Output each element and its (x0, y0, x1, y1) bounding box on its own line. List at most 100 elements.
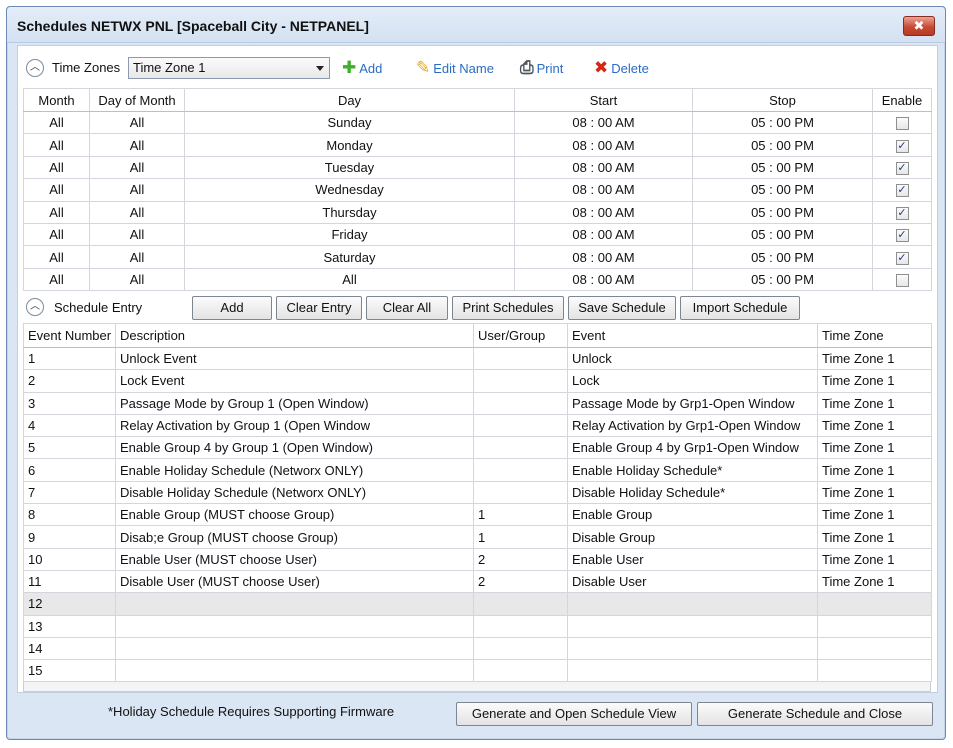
event-number-cell[interactable]: 8 (23, 503, 116, 527)
user-group-cell[interactable]: 2 (473, 547, 568, 571)
event-number-cell[interactable]: 3 (23, 391, 116, 415)
day-of-month-cell[interactable]: All (89, 200, 185, 224)
stop-time-cell[interactable]: 05 : 00 PM (692, 178, 873, 202)
description-cell[interactable] (115, 592, 474, 616)
user-group-cell[interactable] (473, 592, 568, 616)
time-zone-cell[interactable]: Time Zone 1 (817, 525, 932, 549)
description-cell[interactable]: Disable Holiday Schedule (Networx ONLY) (115, 480, 474, 505)
schedule-event-row[interactable]: 11 Disable User (MUST choose User) 2 Disabl… (23, 569, 932, 594)
event-number-cell[interactable]: 5 (23, 436, 116, 460)
title-bar[interactable]: Schedules NETWX PNL [Spaceball City - NE… (7, 7, 945, 43)
event-cell[interactable]: Enable Group 4 by Grp1-Open Window (567, 436, 818, 460)
month-cell[interactable]: All (23, 110, 90, 135)
user-group-cell[interactable]: 1 (473, 503, 568, 527)
time-zone-row[interactable]: All All Saturday 08 : 00 AM 05 : 00 PM ✓ (23, 245, 932, 269)
time-zone-cell[interactable]: Time Zone 1 (817, 458, 932, 482)
column-header-day-of-month[interactable]: Day of Month (89, 88, 185, 112)
time-zone-cell[interactable]: Time Zone 1 (817, 569, 932, 594)
day-of-month-cell[interactable]: All (89, 110, 185, 135)
event-number-cell[interactable]: 7 (23, 480, 116, 505)
day-cell[interactable]: Wednesday (184, 178, 515, 202)
day-of-month-cell[interactable]: All (89, 178, 185, 202)
generate-and-open-button[interactable]: Generate and Open Schedule View (456, 702, 692, 726)
event-cell[interactable] (567, 659, 818, 683)
start-time-cell[interactable]: 08 : 00 AM (514, 245, 693, 269)
close-button[interactable]: ✖ (903, 16, 935, 36)
day-of-month-cell[interactable]: All (89, 155, 185, 180)
day-cell[interactable]: All (184, 267, 515, 292)
description-cell[interactable]: Enable Holiday Schedule (Networx ONLY) (115, 458, 474, 482)
column-header-day[interactable]: Day (184, 88, 515, 112)
stop-time-cell[interactable]: 05 : 00 PM (692, 110, 873, 135)
day-cell[interactable]: Sunday (184, 110, 515, 135)
month-cell[interactable]: All (23, 222, 90, 247)
event-number-cell[interactable]: 4 (23, 413, 116, 438)
user-group-cell[interactable] (473, 480, 568, 505)
event-cell[interactable]: Disable User (567, 569, 818, 594)
time-zone-cell[interactable] (817, 659, 932, 683)
schedule-event-row[interactable]: 7 Disable Holiday Schedule (Networx ONLY)… (23, 480, 932, 505)
time-zone-cell[interactable]: Time Zone 1 (817, 369, 932, 393)
time-zone-row[interactable]: All All All 08 : 00 AM 05 : 00 PM (23, 267, 932, 292)
start-time-cell[interactable]: 08 : 00 AM (514, 267, 693, 292)
edit-name-button[interactable]: ✎ Edit Name (416, 56, 494, 80)
user-group-cell[interactable]: 2 (473, 569, 568, 594)
schedule-event-row[interactable]: 9 Disab;e Group (MUST choose Group) 1 Disab… (23, 525, 932, 549)
clear-all-button[interactable]: Clear All (366, 296, 448, 320)
generate-and-close-button[interactable]: Generate Schedule and Close (697, 702, 933, 726)
schedule-event-row[interactable]: 12 (23, 592, 932, 616)
event-number-cell[interactable]: 12 (23, 592, 116, 616)
event-number-cell[interactable]: 2 (23, 369, 116, 393)
schedule-event-row[interactable]: 15 (23, 659, 932, 683)
column-header-month[interactable]: Month (23, 88, 90, 112)
add-entry-button[interactable]: Add (192, 296, 272, 320)
time-zone-row[interactable]: All All Friday 08 : 00 AM 05 : 00 PM ✓ (23, 222, 932, 247)
user-group-cell[interactable] (473, 369, 568, 393)
stop-time-cell[interactable]: 05 : 00 PM (692, 245, 873, 269)
start-time-cell[interactable]: 08 : 00 AM (514, 222, 693, 247)
event-cell[interactable]: Enable Holiday Schedule* (567, 458, 818, 482)
day-cell[interactable]: Monday (184, 133, 515, 157)
schedule-event-row[interactable]: 13 (23, 614, 932, 638)
stop-time-cell[interactable]: 05 : 00 PM (692, 155, 873, 180)
event-cell[interactable] (567, 636, 818, 661)
description-cell[interactable]: Disable User (MUST choose User) (115, 569, 474, 594)
day-cell[interactable]: Tuesday (184, 155, 515, 180)
stop-time-cell[interactable]: 05 : 00 PM (692, 222, 873, 247)
time-zone-cell[interactable]: Time Zone 1 (817, 391, 932, 415)
schedule-event-row[interactable]: 10 Enable User (MUST choose User) 2 Enable … (23, 547, 932, 571)
description-cell[interactable]: Enable User (MUST choose User) (115, 547, 474, 571)
column-header-event-number[interactable]: Event Number (23, 323, 116, 348)
day-of-month-cell[interactable]: All (89, 133, 185, 157)
user-group-cell[interactable] (473, 614, 568, 638)
description-cell[interactable]: Enable Group 4 by Group 1 (Open Window) (115, 436, 474, 460)
user-group-cell[interactable] (473, 413, 568, 438)
description-cell[interactable]: Enable Group (MUST choose Group) (115, 503, 474, 527)
event-number-cell[interactable]: 10 (23, 547, 116, 571)
user-group-cell[interactable] (473, 436, 568, 460)
user-group-cell[interactable] (473, 659, 568, 683)
day-of-month-cell[interactable]: All (89, 222, 185, 247)
event-cell[interactable] (567, 614, 818, 638)
schedule-event-row[interactable]: 5 Enable Group 4 by Group 1 (Open Window)… (23, 436, 932, 460)
time-zones-collapse-button[interactable]: ︿ (26, 59, 44, 77)
add-time-zone-button[interactable]: ✚ Add (342, 56, 382, 80)
event-cell[interactable]: Enable User (567, 547, 818, 571)
description-cell[interactable] (115, 659, 474, 683)
month-cell[interactable]: All (23, 155, 90, 180)
description-cell[interactable] (115, 614, 474, 638)
month-cell[interactable]: All (23, 267, 90, 292)
time-zone-cell[interactable]: Time Zone 1 (817, 503, 932, 527)
event-number-cell[interactable]: 15 (23, 659, 116, 683)
start-time-cell[interactable]: 08 : 00 AM (514, 110, 693, 135)
schedule-entry-collapse-button[interactable]: ︿ (26, 298, 44, 316)
time-zone-row[interactable]: All All Wednesday 08 : 00 AM 05 : 00 PM ✓ (23, 178, 932, 202)
time-zone-cell[interactable]: Time Zone 1 (817, 547, 932, 571)
print-schedules-button[interactable]: Print Schedules (452, 296, 564, 320)
schedule-event-row[interactable]: 8 Enable Group (MUST choose Group) 1 Enable… (23, 503, 932, 527)
column-header-description[interactable]: Description (115, 323, 474, 348)
enable-checkbox[interactable]: ✓ (895, 184, 909, 198)
description-cell[interactable]: Passage Mode by Group 1 (Open Window) (115, 391, 474, 415)
time-zone-row[interactable]: All All Monday 08 : 00 AM 05 : 00 PM ✓ (23, 133, 932, 157)
start-time-cell[interactable]: 08 : 00 AM (514, 133, 693, 157)
